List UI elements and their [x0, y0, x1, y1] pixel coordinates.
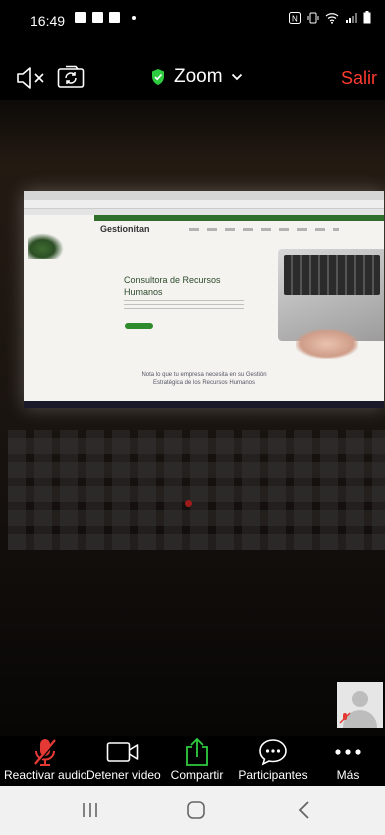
chat-bubble-icon [259, 739, 287, 766]
unmute-audio-button[interactable]: Reactivar audio [4, 736, 86, 786]
windows-taskbar [24, 401, 384, 408]
control-label: Participantes [238, 768, 308, 782]
site-nav [189, 228, 339, 231]
image-icon [75, 12, 86, 23]
meeting-controls: Reactivar audio Detener video Compartir … [0, 736, 385, 786]
control-label: Reactivar audio [4, 768, 86, 782]
camera-flip-icon [57, 65, 85, 88]
stop-video-button[interactable]: Detener video [86, 736, 161, 786]
share-arrow-icon [186, 737, 208, 766]
home-button[interactable] [176, 798, 216, 822]
home-icon [187, 801, 205, 819]
meeting-title-dropdown[interactable]: Zoom [150, 66, 243, 88]
keyboard-photo [8, 430, 385, 550]
vibrate-icon [307, 12, 319, 23]
switch-camera-button[interactable] [57, 64, 85, 95]
recent-apps-button[interactable] [70, 798, 110, 822]
mic-muted-icon [339, 712, 351, 724]
more-button[interactable]: Más [325, 736, 371, 786]
leave-meeting-button[interactable]: Salir [341, 68, 377, 89]
self-view-thumbnail[interactable] [337, 682, 383, 728]
hero-button [125, 323, 153, 329]
status-bar: 16:49 N [0, 0, 385, 40]
control-label: Detener video [86, 768, 161, 782]
chevron-down-icon [231, 73, 242, 81]
gmail-icon [92, 12, 103, 23]
clock: 16:49 [30, 13, 66, 29]
meeting-title: Zoom [174, 66, 223, 87]
speaker-muted-icon [17, 67, 44, 89]
footer-text: Nota lo que tu empresa necesita en su Ge… [141, 372, 267, 386]
hero-title: Consultora de Recursos Humanos [124, 275, 221, 297]
site-logo: Gestionitan [100, 224, 150, 234]
share-button[interactable]: Compartir [166, 736, 228, 786]
notification-dot-icon [132, 16, 136, 20]
recent-apps-icon [83, 803, 97, 817]
video-feed[interactable]: Gestionitan Consultora de Recursos Human… [0, 100, 385, 736]
shared-monitor-screen: Gestionitan Consultora de Recursos Human… [24, 191, 384, 408]
speaker-mute-button[interactable] [16, 66, 46, 95]
nfc-icon: N [289, 11, 301, 24]
video-camera-icon [106, 742, 139, 762]
mic-muted-icon [34, 739, 57, 766]
android-nav-bar [0, 786, 385, 835]
shield-check-icon [152, 69, 164, 85]
more-dots-icon [335, 749, 361, 755]
control-label: Más [336, 768, 360, 782]
battery-icon [363, 11, 371, 24]
back-icon [298, 801, 309, 819]
gmail-icon [109, 12, 120, 23]
signal-icon [346, 12, 357, 23]
meeting-top-bar: Zoom Salir [0, 56, 385, 100]
hands-photo [296, 329, 358, 359]
control-label: Compartir [170, 768, 224, 782]
svg-text:N: N [292, 14, 298, 23]
wifi-icon [325, 12, 339, 24]
back-button[interactable] [284, 798, 324, 822]
participants-button[interactable]: Participantes [234, 736, 312, 786]
trackpoint [185, 500, 192, 507]
hero-paragraph [124, 300, 244, 312]
plant-image [28, 233, 64, 259]
